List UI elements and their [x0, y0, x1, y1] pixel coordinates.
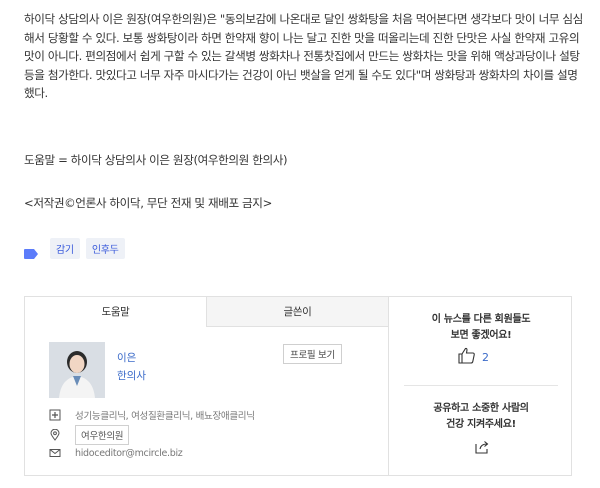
- panel-tabs: 도움말 글쓴이: [25, 297, 388, 327]
- article-credit: 도움말 = 하이닥 상담의사 이은 원장(여우한의원 한의사): [24, 153, 288, 167]
- doctor-name: 이은: [117, 352, 137, 364]
- reaction-divider: [404, 385, 558, 386]
- tag-throat[interactable]: 인후두: [85, 238, 125, 259]
- author-panel: 도움말 글쓴이 이은 한의사 프로필 보기 성기능클리닉, 여성질환클리닉, 배…: [24, 296, 572, 476]
- like-count: 2: [482, 351, 489, 364]
- avatar: [49, 342, 105, 398]
- tag-list: 감기 인후두: [24, 238, 131, 259]
- share-button[interactable]: [474, 439, 490, 459]
- reaction-section: 이 뉴스를 다른 회원들도 보면 좋겠어요! 2 공유하고 소중한 사람의 건강…: [390, 297, 572, 475]
- recommend-text: 이 뉴스를 다른 회원들도 보면 좋겠어요!: [431, 314, 531, 341]
- share-icon: [474, 440, 490, 459]
- hospital-link[interactable]: 여우한의원: [75, 425, 130, 445]
- like-button[interactable]: 2: [458, 347, 489, 368]
- tag-cold[interactable]: 감기: [50, 238, 80, 259]
- article-paragraph: 하이닥 상담의사 이은 원장(여우한의원)은 "동의보감에 나온대로 달인 쌍화…: [24, 12, 583, 100]
- tab-advisor[interactable]: 도움말: [25, 297, 207, 327]
- location-pin-icon: [49, 428, 61, 441]
- share-text: 공유하고 소중한 사람의 건강 지켜주세요!: [433, 403, 529, 430]
- hospital-row: 여우한의원: [49, 425, 130, 445]
- hospital-icon: [49, 409, 61, 421]
- mail-icon: [49, 447, 61, 459]
- specialty-row: 성기능클리닉, 여성질환클리닉, 배뇨장애클리닉: [49, 408, 255, 422]
- doctor-info[interactable]: 이은 한의사: [117, 349, 146, 385]
- article-body: 하이닥 상담의사 이은 원장(여우한의원)은 "동의보감에 나온대로 달인 쌍화…: [24, 10, 586, 103]
- tab-writer[interactable]: 글쓴이: [207, 297, 388, 327]
- doctor-role: 한의사: [117, 370, 146, 382]
- author-info-section: 도움말 글쓴이 이은 한의사 프로필 보기 성기능클리닉, 여성질환클리닉, 배…: [25, 297, 389, 475]
- view-profile-button[interactable]: 프로필 보기: [283, 344, 342, 364]
- specialties-text: 성기능클리닉, 여성질환클리닉, 배뇨장애클리닉: [75, 411, 255, 422]
- tag-icon: [24, 244, 38, 259]
- email-row: hidoceditor@mcircle.biz: [49, 447, 183, 459]
- article-copyright: <저작권©언론사 하이닥, 무단 전재 및 재배포 금지>: [24, 196, 272, 210]
- email-text: hidoceditor@mcircle.biz: [75, 447, 183, 459]
- thumbs-up-icon: [458, 347, 476, 368]
